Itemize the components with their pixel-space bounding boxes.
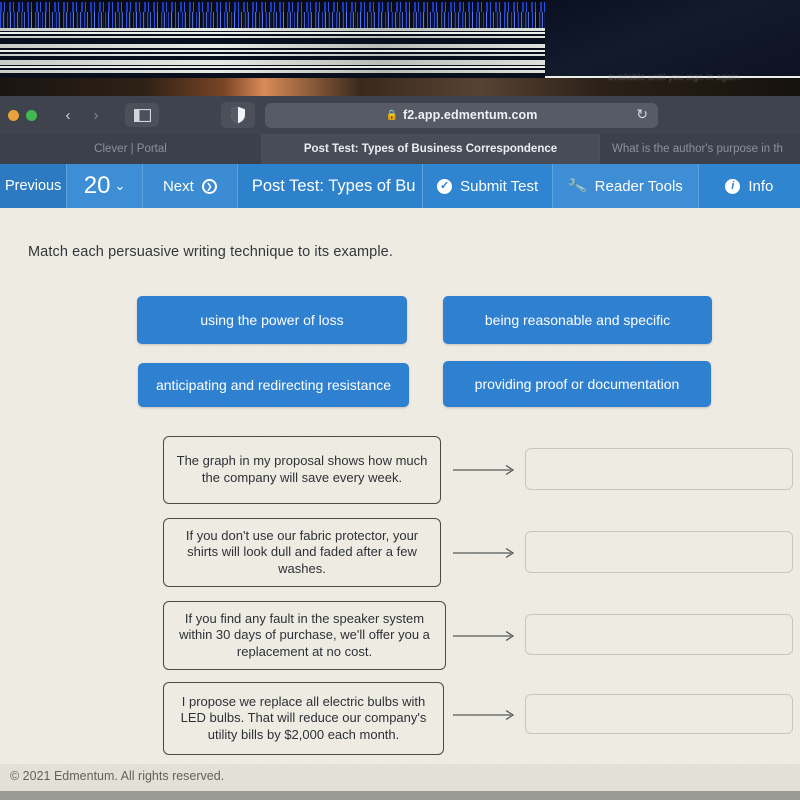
option-tile-anticipating-and-redirecting-resistance[interactable]: anticipating and redirecting resistance <box>138 363 409 407</box>
statement-text: If you don't use our fabric protector, y… <box>185 527 419 576</box>
glitched-screen-artifact: available until you sign in again. <box>0 0 800 96</box>
reader-tools-button[interactable]: 🔧 Reader Tools <box>553 164 699 208</box>
option-label: using the power of loss <box>200 312 344 328</box>
question-number-value: 20 <box>83 172 111 199</box>
drop-target[interactable] <box>525 448 793 490</box>
browser-tab-post-test[interactable]: Post Test: Types of Business Corresponde… <box>262 134 600 164</box>
arrow-right-icon <box>453 547 515 559</box>
window-traffic-lights <box>8 109 37 121</box>
drop-target[interactable] <box>525 531 793 573</box>
reload-icon[interactable]: ↻ <box>636 106 648 123</box>
option-tile-using-the-power-of-loss[interactable]: using the power of loss <box>137 296 407 344</box>
question-number-selector[interactable]: 20 ⌄ <box>67 164 143 208</box>
drop-target[interactable] <box>525 614 793 655</box>
browser-tab-strip: Clever | Portal Post Test: Types of Busi… <box>0 134 800 164</box>
glitch-scanline <box>0 32 545 34</box>
option-tile-providing-proof-or-documentation[interactable]: providing proof or documentation <box>443 361 711 407</box>
next-button-label: Next <box>162 177 194 195</box>
sidebar-toggle-icon <box>133 108 151 122</box>
back-button[interactable]: ‹ <box>55 103 81 127</box>
previous-button[interactable]: Previous <box>0 164 68 208</box>
glitch-tear-line <box>0 28 545 31</box>
previous-button-label: Previous <box>4 178 62 194</box>
glitch-tear-line <box>0 70 545 73</box>
submit-test-button[interactable]: ✓ Submit Test <box>423 164 554 208</box>
arrow-right-icon <box>453 709 515 721</box>
maximize-dot-icon[interactable] <box>26 109 37 121</box>
drop-target[interactable] <box>525 694 793 734</box>
glitch-scanline <box>0 50 545 52</box>
match-arrow <box>453 464 519 476</box>
url-text: f2.app.edmentum.com <box>402 108 538 122</box>
glitch-noise-band-secondary <box>0 12 545 28</box>
match-arrow <box>453 709 519 721</box>
glitch-tear-line <box>0 36 545 38</box>
browser-toolbar: ‹ › 🔒 f2.app.edmentum.com ↻ <box>0 96 800 134</box>
question-prompt: Match each persuasive writing technique … <box>28 244 393 260</box>
browser-tab-authors-purpose[interactable]: What is the author's purpose in th <box>600 134 800 164</box>
submit-test-label: Submit Test <box>460 177 539 195</box>
close-dot-icon[interactable] <box>8 109 19 121</box>
statement-text: I propose we replace all electric bulbs … <box>180 693 427 742</box>
chevron-down-icon: ⌄ <box>114 178 126 193</box>
option-tile-being-reasonable-and-specific[interactable]: being reasonable and specific <box>443 296 712 344</box>
glitch-tear-line <box>0 54 545 56</box>
shield-icon <box>231 106 245 124</box>
glitch-ghost-text: available until you sign in again. <box>608 72 742 82</box>
browser-tab-clever-portal[interactable]: Clever | Portal <box>0 134 262 164</box>
statement-card: If you don't use our fabric protector, y… <box>163 518 441 587</box>
option-label: being reasonable and specific <box>484 312 671 328</box>
option-label: providing proof or documentation <box>474 376 680 392</box>
shield-button[interactable] <box>221 102 255 128</box>
statement-card: I propose we replace all electric bulbs … <box>163 682 444 755</box>
address-bar[interactable]: 🔒 f2.app.edmentum.com ↻ <box>265 102 658 128</box>
lock-icon: 🔒 <box>385 109 398 121</box>
statement-text: The graph in my proposal shows how much … <box>176 453 428 485</box>
statement-card: The graph in my proposal shows how much … <box>163 436 441 504</box>
match-arrow <box>453 630 519 642</box>
statement-text: If you find any fault in the speaker sys… <box>179 610 430 659</box>
screen-bottom-bezel <box>0 791 800 800</box>
option-label: anticipating and redirecting resistance <box>155 377 392 393</box>
forward-button[interactable]: › <box>83 103 109 127</box>
arrow-right-icon: ❯ <box>201 178 217 194</box>
glitch-tear-line <box>0 44 545 48</box>
match-arrow <box>453 547 519 559</box>
glitch-tear-line <box>0 60 545 65</box>
statement-card: If you find any fault in the speaker sys… <box>163 601 446 670</box>
sidebar-toggle-button[interactable] <box>125 103 159 127</box>
arrow-right-icon <box>453 630 515 642</box>
info-icon: i <box>725 178 741 194</box>
glitch-scanline <box>0 66 545 68</box>
arrow-right-icon <box>453 464 515 476</box>
question-content-area: Match each persuasive writing technique … <box>0 208 800 764</box>
test-title: Post Test: Types of Bu <box>237 164 424 208</box>
next-button[interactable]: Next ❯ <box>142 164 238 208</box>
reader-tools-label: Reader Tools <box>594 177 683 195</box>
check-circle-icon: ✓ <box>437 178 453 194</box>
info-label: Info <box>748 177 774 195</box>
copyright-text: © 2021 Edmentum. All rights reserved. <box>10 769 225 783</box>
screenshot-root: available until you sign in again. ‹ › 🔒… <box>0 0 800 800</box>
info-button[interactable]: i Info <box>698 164 800 208</box>
edmentum-toolbar: Previous 20 ⌄ Next ❯ Post Test: Types of… <box>0 164 800 208</box>
wrench-icon: 🔧 <box>566 176 589 197</box>
